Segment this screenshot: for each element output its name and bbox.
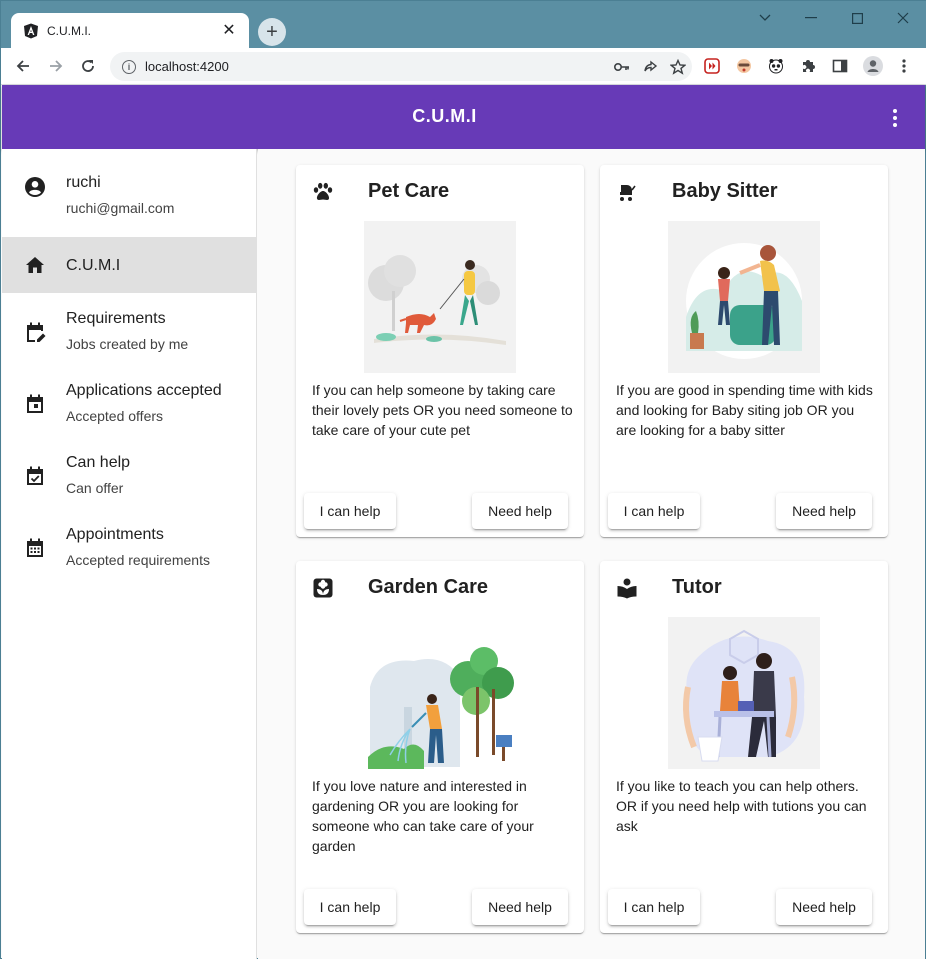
card-pet-care: Pet Care If you can help someone by taki…	[296, 165, 584, 537]
sidebar-item-label: Appointments	[66, 526, 164, 543]
reload-icon[interactable]	[76, 54, 100, 78]
site-info-icon[interactable]: i	[122, 59, 136, 74]
bookmark-star-icon[interactable]	[664, 57, 692, 77]
account-circle-icon	[24, 176, 46, 198]
tab-strip: C.U.M.I. ✕ +	[1, 1, 926, 48]
browser-toolbar: i localhost:4200	[1, 48, 926, 85]
user-email: ruchi@gmail.com	[66, 200, 175, 216]
card-baby-sitter: Baby Sitter If you are good in spending …	[600, 165, 888, 537]
need-help-button[interactable]: Need help	[776, 889, 872, 925]
browser-window: C.U.M.I. ✕ + i localhost:4200 C.U.M.I ru…	[0, 0, 926, 959]
sidebar-item-label: Requirements	[66, 310, 166, 327]
user-profile[interactable]: ruchi ruchi@gmail.com	[2, 155, 256, 219]
paw-icon	[310, 179, 336, 205]
tab-close-icon[interactable]: ✕	[221, 22, 237, 39]
edit-calendar-icon	[24, 321, 46, 343]
tutor-illustration	[668, 617, 820, 769]
browser-tab[interactable]: C.U.M.I. ✕	[11, 13, 249, 48]
sidebar-item-label: Applications accepted	[66, 382, 222, 399]
close-window-button[interactable]	[885, 7, 921, 29]
maximize-button[interactable]	[839, 7, 875, 29]
new-tab-button[interactable]: +	[258, 18, 286, 46]
event-icon	[24, 393, 46, 415]
extension-face-icon[interactable]	[735, 57, 753, 75]
garden-care-illustration	[364, 617, 516, 769]
app-title: C.U.M.I	[412, 106, 477, 126]
extension-panda-icon[interactable]	[767, 57, 785, 75]
pet-care-illustration	[364, 221, 516, 373]
main-content: Pet Care If you can help someone by taki…	[258, 149, 925, 959]
user-name: ruchi	[66, 174, 101, 191]
local-library-icon	[614, 575, 640, 601]
sidebar-item-sub: Can offer	[66, 480, 124, 496]
sidebar-item-applications-accepted[interactable]: Applications accepted Accepted offers	[2, 371, 256, 437]
i-can-help-button[interactable]: I can help	[304, 889, 396, 925]
sidebar-item-sub: Jobs created by me	[66, 336, 189, 352]
card-title: Pet Care	[368, 180, 450, 202]
i-can-help-button[interactable]: I can help	[608, 889, 700, 925]
calendar-month-icon	[24, 537, 46, 559]
sidebar: ruchi ruchi@gmail.com C.U.M.I Requiremen…	[2, 149, 257, 959]
sidebar-item-cumi[interactable]: C.U.M.I	[2, 237, 256, 293]
local-florist-icon	[310, 575, 336, 601]
minimize-button[interactable]	[793, 7, 829, 29]
need-help-button[interactable]: Need help	[472, 493, 568, 529]
sidebar-item-label: Can help	[66, 454, 131, 471]
card-description: If you like to teach you can help others…	[616, 778, 867, 834]
card-garden-care: Garden Care If you love nature and inter…	[296, 561, 584, 933]
sidebar-item-can-help[interactable]: Can help Can offer	[2, 443, 256, 509]
more-vert-icon[interactable]	[891, 109, 899, 127]
i-can-help-button[interactable]: I can help	[304, 493, 396, 529]
share-icon[interactable]	[636, 57, 664, 77]
extensions-puzzle-icon[interactable]	[799, 57, 817, 75]
tab-title: C.U.M.I.	[47, 23, 91, 38]
forward-icon[interactable]	[44, 54, 68, 78]
url-text: localhost:4200	[145, 59, 229, 74]
need-help-button[interactable]: Need help	[776, 493, 872, 529]
side-panel-icon[interactable]	[831, 57, 849, 75]
sidebar-item-sub: Accepted offers	[66, 408, 164, 424]
card-description: If you can help someone by taking care t…	[312, 382, 573, 438]
event-available-icon	[24, 465, 46, 487]
sidebar-item-appointments[interactable]: Appointments Accepted requirements	[2, 515, 256, 581]
back-icon[interactable]	[11, 54, 35, 78]
angular-icon	[24, 23, 38, 38]
tab-search-icon[interactable]	[747, 7, 783, 29]
card-title: Garden Care	[368, 576, 489, 598]
card-title: Baby Sitter	[672, 180, 778, 202]
need-help-button[interactable]: Need help	[472, 889, 568, 925]
extension-red-icon[interactable]	[703, 57, 721, 75]
browser-menu-icon[interactable]	[895, 57, 913, 75]
sidebar-item-sub: Accepted requirements	[66, 552, 210, 568]
home-icon	[24, 254, 46, 276]
address-bar[interactable]: i localhost:4200	[110, 52, 692, 81]
key-icon[interactable]	[608, 57, 636, 77]
sidebar-item-label: C.U.M.I	[66, 257, 121, 274]
baby-sitter-illustration	[668, 221, 820, 373]
card-title: Tutor	[672, 576, 722, 598]
profile-avatar-icon[interactable]	[863, 56, 883, 76]
i-can-help-button[interactable]: I can help	[608, 493, 700, 529]
stroller-icon	[614, 179, 640, 205]
card-description: If you are good in spending time with ki…	[616, 382, 873, 438]
card-tutor: Tutor If you like to teach you can help …	[600, 561, 888, 933]
app-header: C.U.M.I	[2, 85, 925, 149]
sidebar-item-requirements[interactable]: Requirements Jobs created by me	[2, 299, 256, 365]
card-description: If you love nature and interested in gar…	[312, 778, 534, 854]
